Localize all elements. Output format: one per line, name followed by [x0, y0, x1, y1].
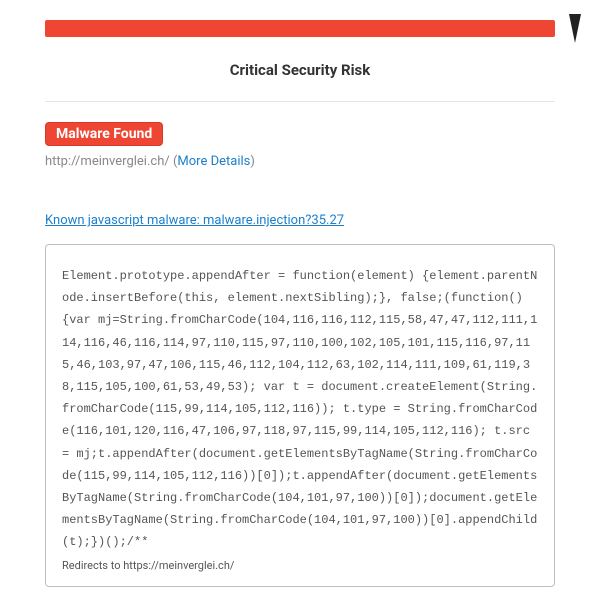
malware-code-content: Element.prototype.appendAfter = function… [62, 265, 538, 553]
alert-bar-container [45, 20, 555, 37]
malware-detection-link[interactable]: Known javascript malware: malware.inject… [45, 213, 344, 228]
divider [45, 101, 555, 102]
url-text: http://meinverglei.ch/ ( [45, 154, 177, 169]
code-sample-box: Element.prototype.appendAfter = function… [45, 244, 555, 587]
scanned-url: http://meinverglei.ch/ (More Details) [45, 154, 555, 169]
more-details-link[interactable]: More Details [177, 154, 250, 169]
redirect-note: Redirects to https://meinverglei.ch/ [62, 559, 538, 572]
status-badge: Malware Found [45, 122, 163, 146]
url-suffix: ) [250, 154, 255, 169]
page-title: Critical Security Risk [45, 61, 555, 79]
alert-bar [45, 20, 555, 37]
